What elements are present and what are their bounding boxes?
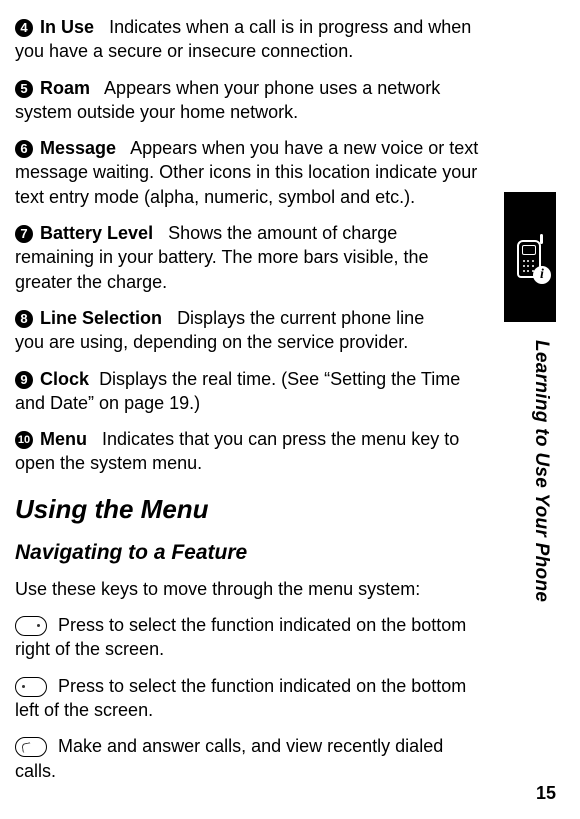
intro-paragraph: Use these keys to move through the menu …	[15, 577, 485, 601]
sidebar-badge: i	[504, 192, 556, 322]
indicator-item-6: 6 Message Appears when you have a new vo…	[15, 136, 485, 209]
indicator-item-5: 5 Roam Appears when your phone uses a ne…	[15, 76, 485, 125]
key-desc-text: Press to select the function indicated o…	[15, 676, 466, 720]
item-title: Message	[40, 138, 116, 158]
call-key-icon	[15, 737, 47, 757]
indicator-item-9: 9 Clock Displays the real time. (See “Se…	[15, 367, 485, 416]
item-number-badge: 10	[15, 431, 33, 449]
subsection-heading: Navigating to a Feature	[15, 541, 485, 565]
item-title: Menu	[40, 429, 87, 449]
sidebar-section-label: Learning to Use Your Phone	[530, 340, 552, 602]
key-description-call: Make and answer calls, and view recently…	[15, 734, 485, 783]
item-title: In Use	[40, 17, 94, 37]
item-number-badge: 5	[15, 80, 33, 98]
item-number-badge: 7	[15, 225, 33, 243]
item-title: Line Selection	[40, 308, 162, 328]
main-content: 4 In Use Indicates when a call is in pro…	[15, 15, 485, 783]
phone-icon: i	[515, 234, 545, 280]
key-desc-text: Press to select the function indicated o…	[15, 615, 466, 659]
indicator-item-7: 7 Battery Level Shows the amount of char…	[15, 221, 445, 294]
item-title: Battery Level	[40, 223, 153, 243]
item-number-badge: 8	[15, 310, 33, 328]
item-number-badge: 6	[15, 140, 33, 158]
info-badge-icon: i	[533, 266, 551, 284]
indicator-item-8: 8 Line Selection Displays the current ph…	[15, 306, 445, 355]
item-number-badge: 9	[15, 371, 33, 389]
key-desc-text: Make and answer calls, and view recently…	[15, 736, 443, 780]
key-description-left: Press to select the function indicated o…	[15, 674, 485, 723]
item-title: Roam	[40, 78, 90, 98]
item-number-badge: 4	[15, 19, 33, 37]
page-number: 15	[536, 783, 556, 804]
soft-key-right-icon	[15, 616, 47, 636]
soft-key-left-icon	[15, 677, 47, 697]
indicator-item-4: 4 In Use Indicates when a call is in pro…	[15, 15, 485, 64]
indicator-item-10: 10 Menu Indicates that you can press the…	[15, 427, 485, 476]
key-description-right: Press to select the function indicated o…	[15, 613, 485, 662]
section-heading: Using the Menu	[15, 494, 485, 525]
item-title: Clock	[40, 369, 89, 389]
